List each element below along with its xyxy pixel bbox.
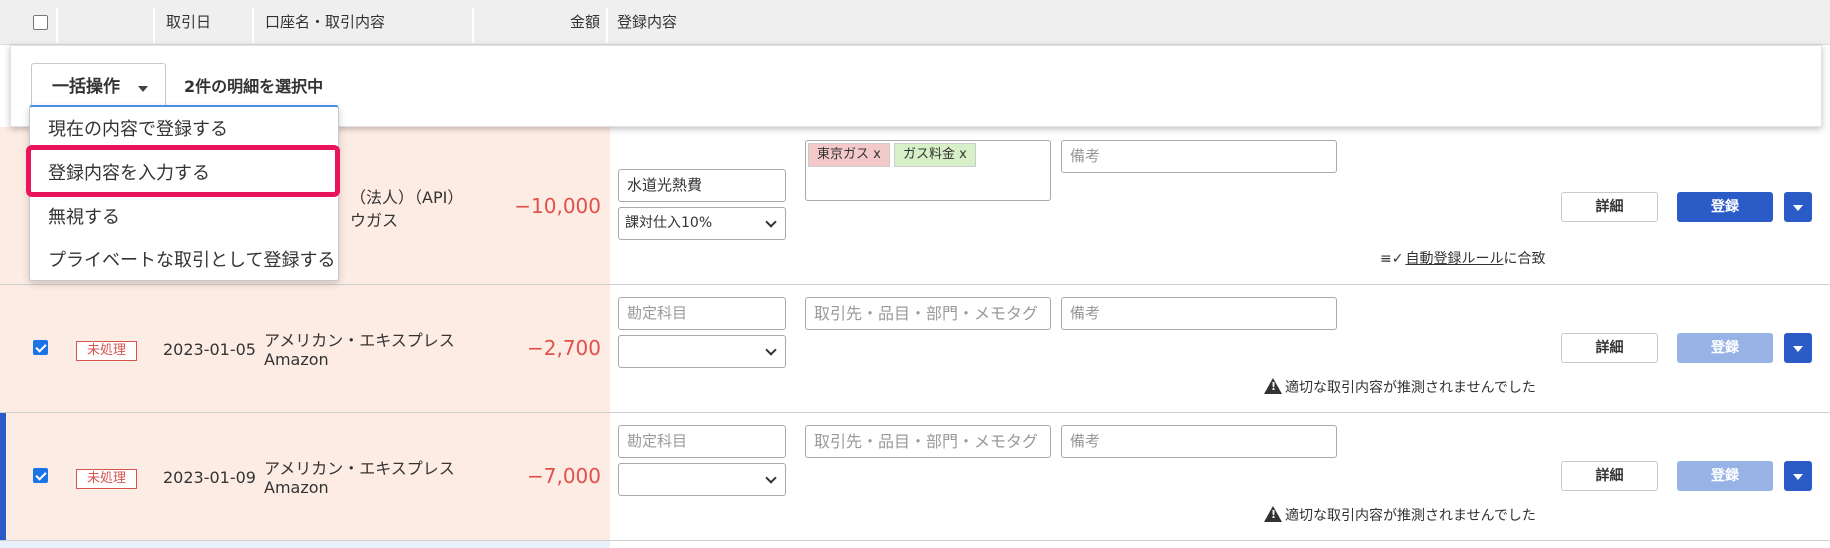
warning-note: 適切な取引内容が推測されませんでした — [1264, 377, 1536, 397]
header-date[interactable]: 取引日 — [166, 0, 211, 45]
menu-item-ignore[interactable]: 無視する — [48, 197, 120, 239]
auto-rule-link[interactable]: 自動登録ルール — [1405, 251, 1503, 267]
tax-select[interactable]: 課対仕入10% — [618, 207, 786, 240]
chevron-down-icon — [765, 344, 777, 356]
tax-select-value: 課対仕入10% — [625, 215, 713, 231]
account-name: （法人）（API） — [350, 188, 464, 207]
detail-button[interactable]: 詳細 — [1561, 333, 1658, 363]
tax-select[interactable] — [618, 335, 786, 368]
account-item-field[interactable]: 水道光熱費 — [618, 169, 786, 202]
chevron-down-icon — [765, 216, 777, 228]
caret-down-icon — [1793, 474, 1803, 480]
rule-icon: ≡✓ — [1380, 251, 1404, 267]
account-item-field[interactable]: 勘定科目 — [618, 297, 786, 330]
header-divider — [606, 8, 608, 43]
amount: −2,700 — [526, 336, 601, 360]
detail-button[interactable]: 詳細 — [1561, 192, 1658, 222]
warning-text: 適切な取引内容が推測されませんでした — [1285, 380, 1536, 396]
bulk-action-label: 一括操作 — [52, 77, 120, 97]
tag-chip[interactable]: 東京ガス x — [808, 143, 890, 167]
warning-icon — [1264, 506, 1282, 522]
caret-down-icon — [1793, 346, 1803, 352]
register-button[interactable]: 登録 — [1677, 333, 1773, 363]
table-header: 取引日 口座名・取引内容 金額 登録内容 — [0, 0, 1830, 45]
table-row: 未処理 2023-01-09 アメリカン・エキスプレス Amazon −7,00… — [0, 413, 1830, 540]
transaction-description: Amazon — [264, 350, 329, 369]
transaction-date: 2023-01-05 — [163, 340, 256, 359]
caret-down-icon — [1793, 205, 1803, 211]
transaction-date: 2023-01-09 — [163, 468, 256, 487]
chevron-down-icon — [765, 472, 777, 484]
bulk-action-button[interactable]: 一括操作 — [31, 63, 166, 111]
table-row: 未処理 2023-01-05 アメリカン・エキスプレス Amazon −2,70… — [0, 285, 1830, 412]
register-button[interactable]: 登録 — [1677, 461, 1773, 491]
memo-field[interactable]: 備考 — [1061, 297, 1337, 330]
transaction-description: Amazon — [264, 478, 329, 497]
caret-down-icon — [138, 86, 148, 92]
selection-count: 2件の明細を選択中 — [184, 77, 324, 96]
select-all-checkbox[interactable] — [33, 15, 48, 30]
row-checkbox[interactable] — [33, 340, 48, 355]
menu-item-register-private[interactable]: プライベートな取引として登録する — [48, 240, 335, 282]
register-options-button[interactable] — [1784, 192, 1812, 222]
transaction-description: ウガス — [350, 211, 399, 230]
register-options-button[interactable] — [1784, 333, 1812, 363]
memo-field[interactable]: 備考 — [1061, 140, 1337, 173]
register-options-button[interactable] — [1784, 461, 1812, 491]
tag-chip[interactable]: ガス料金 x — [894, 143, 976, 167]
warning-text: 適切な取引内容が推測されませんでした — [1285, 508, 1536, 524]
header-divider — [252, 8, 254, 43]
warning-note: 適切な取引内容が推測されませんでした — [1264, 505, 1536, 525]
auto-rule-suffix: に合致 — [1503, 251, 1546, 267]
next-row-bg — [0, 541, 610, 548]
highlight-box — [26, 145, 340, 197]
tags-field[interactable]: 東京ガス x ガス料金 x — [805, 140, 1051, 201]
register-button[interactable]: 登録 — [1677, 192, 1773, 222]
header-amount[interactable]: 金額 — [560, 0, 600, 45]
status-badge: 未処理 — [76, 341, 137, 361]
account-name: アメリカン・エキスプレス — [264, 459, 455, 478]
auto-rule-note: ≡✓ 自動登録ルールに合致 — [1380, 248, 1545, 268]
detail-button[interactable]: 詳細 — [1561, 461, 1658, 491]
header-divider — [153, 8, 155, 43]
account-item-field[interactable]: 勘定科目 — [618, 425, 786, 458]
header-account[interactable]: 口座名・取引内容 — [265, 0, 385, 45]
status-badge: 未処理 — [76, 469, 137, 489]
amount: −10,000 — [514, 194, 601, 218]
tax-select[interactable] — [618, 463, 786, 496]
tags-field[interactable]: 取引先・品目・部門・メモタグ — [805, 425, 1051, 458]
warning-icon — [1264, 378, 1282, 394]
row-checkbox[interactable] — [33, 468, 48, 483]
memo-field[interactable]: 備考 — [1061, 425, 1337, 458]
account-name: アメリカン・エキスプレス — [264, 331, 455, 350]
tags-field[interactable]: 取引先・品目・部門・メモタグ — [805, 297, 1051, 330]
header-divider — [472, 8, 474, 43]
header-registration: 登録内容 — [617, 13, 678, 31]
amount: −7,000 — [526, 464, 601, 488]
header-divider — [56, 8, 58, 43]
active-row-indicator — [0, 413, 6, 540]
